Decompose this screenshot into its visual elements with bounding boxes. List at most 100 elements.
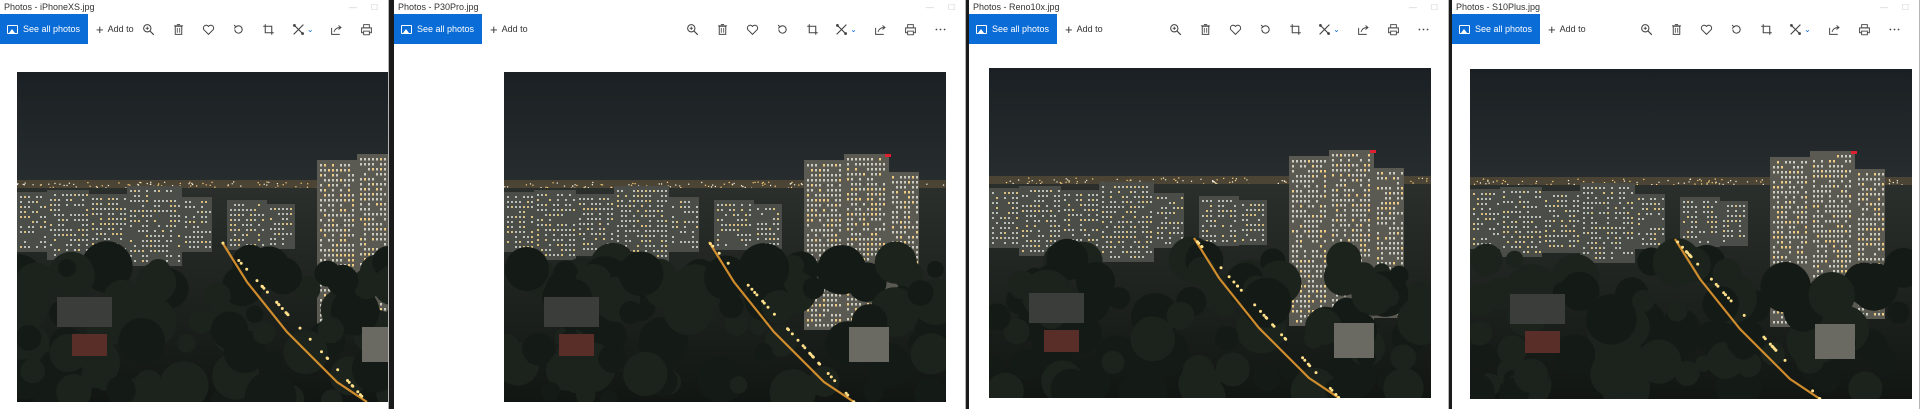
- title-bar: Photos - S10Plus.jpg — ☐: [1452, 0, 1919, 14]
- zoom-icon[interactable]: [677, 18, 707, 40]
- zoom-icon[interactable]: [1160, 18, 1190, 40]
- more-icon[interactable]: [382, 18, 388, 40]
- picture-icon: [401, 24, 412, 34]
- add-to-button[interactable]: + Add to: [1065, 23, 1103, 36]
- photo-image[interactable]: [504, 72, 946, 402]
- edit-icon[interactable]: ⌄: [827, 18, 865, 40]
- add-to-button[interactable]: + Add to: [96, 23, 134, 36]
- minimize-icon[interactable]: —: [1880, 3, 1888, 12]
- tool-group: ⌄: [1160, 18, 1438, 40]
- heart-icon[interactable]: [1220, 18, 1250, 40]
- picture-icon: [976, 24, 987, 34]
- heart-icon[interactable]: [194, 18, 224, 40]
- chevron-down-icon: ⌄: [1804, 24, 1811, 34]
- title-bar: Photos - iPhoneXS.jpg — ☐: [0, 0, 388, 14]
- window-controls: — ☐: [1880, 3, 1919, 12]
- share-icon[interactable]: [322, 18, 352, 40]
- print-icon[interactable]: [895, 18, 925, 40]
- see-all-photos-button[interactable]: See all photos: [1452, 14, 1541, 44]
- window-title: Photos - iPhoneXS.jpg: [4, 2, 95, 12]
- toolbar: See all photos + Add to ⌄: [0, 14, 388, 44]
- photos-window-2: Photos - P30Pro.jpg — ☐ See all photos + …: [394, 0, 966, 409]
- minimize-icon[interactable]: —: [349, 3, 357, 12]
- plus-icon: +: [1548, 21, 1556, 37]
- see-all-photos-button[interactable]: See all photos: [969, 14, 1058, 44]
- print-icon[interactable]: [1378, 18, 1408, 40]
- delete-icon[interactable]: [1661, 18, 1691, 40]
- edit-icon[interactable]: ⌄: [1310, 18, 1348, 40]
- delete-icon[interactable]: [164, 18, 194, 40]
- share-icon[interactable]: [1348, 18, 1378, 40]
- add-to-label: Add to: [1559, 24, 1586, 34]
- desktop: Photos - iPhoneXS.jpg — ☐ See all photos …: [0, 0, 1920, 409]
- edit-icon[interactable]: ⌄: [284, 18, 322, 40]
- add-to-button[interactable]: + Add to: [1548, 23, 1586, 36]
- minimize-icon[interactable]: —: [1409, 3, 1417, 12]
- print-icon[interactable]: [1849, 18, 1879, 40]
- heart-icon[interactable]: [1691, 18, 1721, 40]
- rotate-icon[interactable]: [767, 18, 797, 40]
- see-all-photos-label: See all photos: [1475, 24, 1533, 34]
- maximize-icon[interactable]: ☐: [1431, 3, 1438, 12]
- chevron-down-icon: ⌄: [306, 24, 314, 34]
- photo-image[interactable]: [989, 68, 1431, 398]
- maximize-icon[interactable]: ☐: [371, 3, 378, 12]
- minimize-icon[interactable]: —: [926, 3, 934, 12]
- more-icon[interactable]: [1408, 18, 1438, 40]
- maximize-icon[interactable]: ☐: [1902, 3, 1909, 12]
- rotate-icon[interactable]: [1721, 18, 1751, 40]
- crop-icon[interactable]: [1280, 18, 1310, 40]
- more-icon[interactable]: [925, 18, 955, 40]
- plus-icon: +: [490, 21, 498, 37]
- window-title: Photos - P30Pro.jpg: [398, 2, 479, 12]
- crop-icon[interactable]: [797, 18, 827, 40]
- tool-group: ⌄: [1631, 18, 1909, 40]
- see-all-photos-label: See all photos: [23, 24, 81, 34]
- photos-window-1: Photos - iPhoneXS.jpg — ☐ See all photos …: [0, 0, 389, 409]
- add-to-label: Add to: [107, 24, 134, 34]
- share-icon[interactable]: [1819, 18, 1849, 40]
- photos-window-4: Photos - S10Plus.jpg — ☐ See all photos +…: [1452, 0, 1920, 409]
- rotate-icon[interactable]: [224, 18, 254, 40]
- photo-image[interactable]: [1470, 69, 1912, 399]
- picture-icon: [1459, 24, 1470, 34]
- window-controls: — ☐: [1409, 3, 1448, 12]
- tool-group: ⌄: [677, 18, 955, 40]
- add-to-label: Add to: [501, 24, 528, 34]
- add-to-button[interactable]: + Add to: [490, 23, 528, 36]
- window-title: Photos - S10Plus.jpg: [1456, 2, 1541, 12]
- maximize-icon[interactable]: ☐: [948, 3, 955, 12]
- photo-viewer: [1452, 44, 1919, 409]
- window-controls: — ☐: [349, 3, 388, 12]
- add-to-label: Add to: [1076, 24, 1103, 34]
- crop-icon[interactable]: [1751, 18, 1781, 40]
- toolbar: See all photos + Add to ⌄: [1452, 14, 1919, 44]
- heart-icon[interactable]: [737, 18, 767, 40]
- plus-icon: +: [96, 21, 104, 37]
- see-all-photos-button[interactable]: See all photos: [394, 14, 483, 44]
- title-bar: Photos - Reno10x.jpg — ☐: [969, 0, 1448, 14]
- chevron-down-icon: ⌄: [850, 24, 857, 34]
- photo-viewer: [0, 44, 388, 409]
- photo-viewer: [969, 44, 1448, 409]
- window-title: Photos - Reno10x.jpg: [973, 2, 1060, 12]
- see-all-photos-button[interactable]: See all photos: [0, 14, 89, 44]
- print-icon[interactable]: [352, 18, 382, 40]
- crop-icon[interactable]: [254, 18, 284, 40]
- toolbar: See all photos + Add to ⌄: [969, 14, 1448, 44]
- delete-icon[interactable]: [1190, 18, 1220, 40]
- zoom-icon[interactable]: [134, 18, 164, 40]
- plus-icon: +: [1065, 21, 1073, 37]
- edit-icon[interactable]: ⌄: [1781, 18, 1819, 40]
- photo-image[interactable]: [17, 72, 388, 402]
- rotate-icon[interactable]: [1250, 18, 1280, 40]
- tool-group: ⌄: [134, 18, 388, 40]
- photos-window-3: Photos - Reno10x.jpg — ☐ See all photos +…: [969, 0, 1449, 409]
- see-all-photos-label: See all photos: [992, 24, 1050, 34]
- zoom-icon[interactable]: [1631, 18, 1661, 40]
- picture-icon: [7, 24, 18, 34]
- share-icon[interactable]: [865, 18, 895, 40]
- delete-icon[interactable]: [707, 18, 737, 40]
- toolbar: See all photos + Add to ⌄: [394, 14, 965, 44]
- more-icon[interactable]: [1879, 18, 1909, 40]
